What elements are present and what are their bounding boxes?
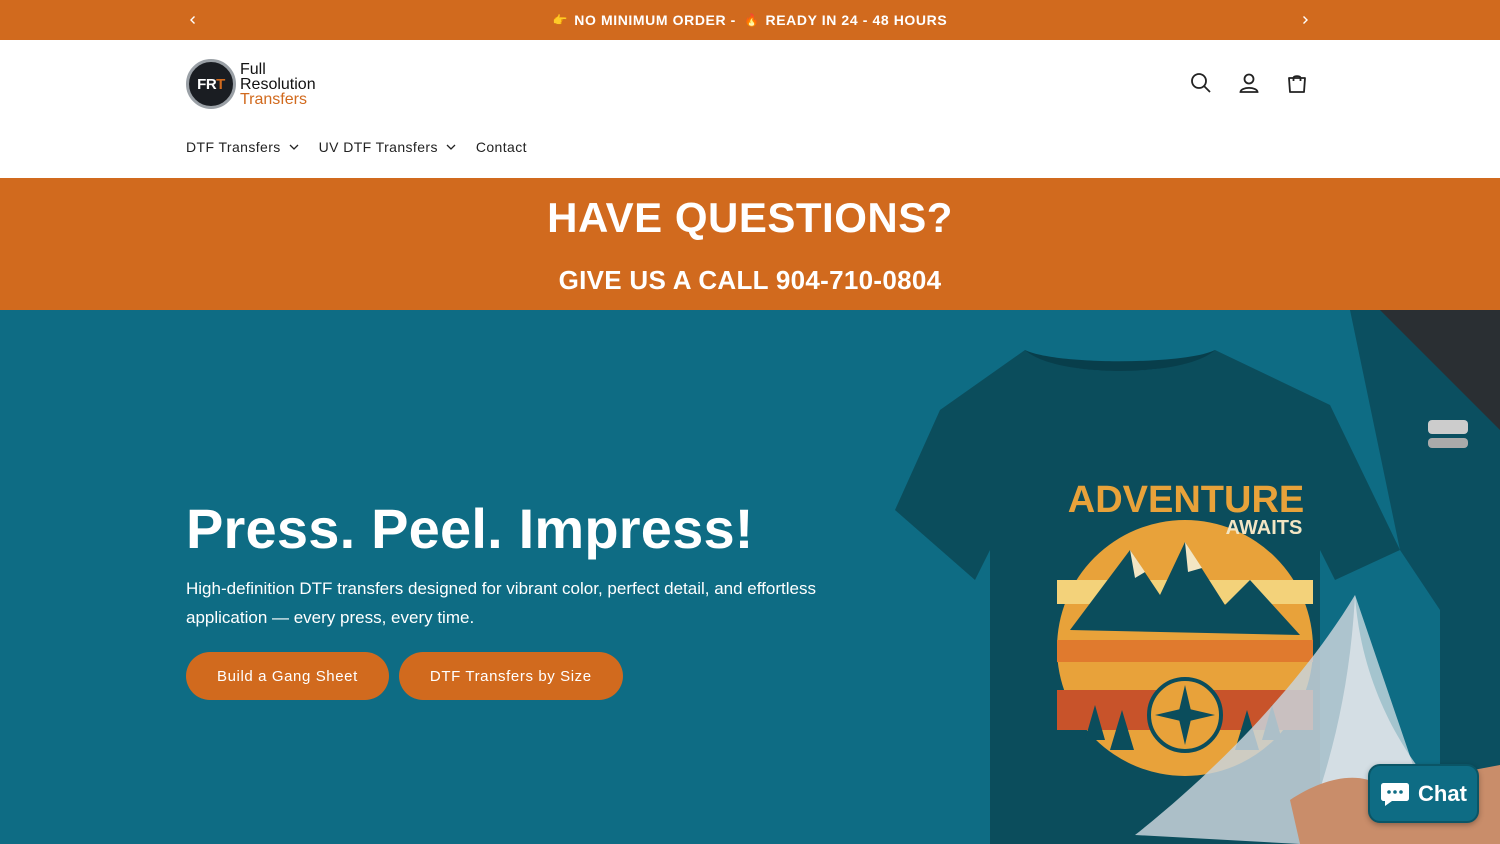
chevron-left-icon[interactable] bbox=[184, 11, 202, 29]
logo-line-3: Transfers bbox=[240, 90, 307, 108]
logo-mark-t: T bbox=[216, 75, 225, 93]
logo-line-1: Full bbox=[240, 60, 266, 78]
chat-button[interactable]: Chat bbox=[1368, 764, 1479, 823]
nav-label: Contact bbox=[475, 139, 527, 155]
announcement-text-2: READY IN 24 - 48 HOURS bbox=[765, 12, 948, 28]
chevron-down-icon bbox=[446, 144, 456, 150]
build-gang-sheet-button[interactable]: Build a Gang Sheet bbox=[186, 652, 389, 700]
hero-buttons: Build a Gang Sheet DTF Transfers by Size bbox=[186, 652, 623, 700]
nav-item-dtf-transfers[interactable]: DTF Transfers bbox=[186, 139, 299, 155]
logo-mark: FR T bbox=[186, 59, 236, 109]
nav-item-uv-dtf-transfers[interactable]: UV DTF Transfers bbox=[319, 139, 456, 155]
shirt-text-2: AWAITS bbox=[1226, 517, 1303, 539]
chevron-right-icon[interactable] bbox=[1296, 11, 1314, 29]
shirt-text-1: ADVENTURE bbox=[1068, 479, 1304, 521]
logo-line-2: Resolution bbox=[240, 75, 316, 93]
announcement-text-1: NO MINIMUM ORDER - bbox=[574, 12, 736, 28]
hero-subtitle: High-definition DTF transfers designed f… bbox=[186, 579, 816, 627]
hero-section: ADVENTURE AWAITS Press. Peel. Impress! H… bbox=[0, 310, 1500, 844]
questions-phone[interactable]: GIVE US A CALL 904-710-0804 bbox=[0, 265, 1500, 296]
chevron-down-icon bbox=[289, 144, 299, 150]
logo-mark-fr: FR bbox=[197, 75, 217, 93]
nav-label: DTF Transfers bbox=[186, 139, 281, 155]
search-icon[interactable] bbox=[1188, 70, 1214, 96]
questions-banner: HAVE QUESTIONS? GIVE US A CALL 904-710-0… bbox=[0, 178, 1500, 310]
chat-label: Chat bbox=[1418, 780, 1467, 806]
site-logo[interactable]: FR T Full Resolution Transfers bbox=[186, 59, 316, 109]
main-nav: DTF Transfers UV DTF Transfers Contact bbox=[186, 139, 527, 155]
nav-item-contact[interactable]: Contact bbox=[476, 139, 527, 155]
cart-icon[interactable] bbox=[1284, 70, 1310, 96]
chat-bubble-icon bbox=[1381, 782, 1410, 806]
pointing-hand-icon: 👉 bbox=[552, 13, 569, 27]
hero-title: Press. Peel. Impress! bbox=[186, 497, 754, 560]
questions-title: HAVE QUESTIONS? bbox=[547, 194, 953, 241]
header-icons bbox=[1188, 70, 1310, 96]
dtf-transfers-by-size-button[interactable]: DTF Transfers by Size bbox=[398, 652, 623, 700]
account-icon[interactable] bbox=[1236, 70, 1262, 96]
site-header: FR T Full Resolution Transfers DTF Transf… bbox=[0, 40, 1500, 178]
logo-wordmark: Full Resolution Transfers bbox=[240, 60, 316, 108]
nav-label: UV DTF Transfers bbox=[318, 139, 438, 155]
announcement-bar: 👉 NO MINIMUM ORDER - 🔥 READY IN 24 - 48 … bbox=[0, 0, 1500, 40]
fire-icon: 🔥 bbox=[743, 13, 760, 27]
